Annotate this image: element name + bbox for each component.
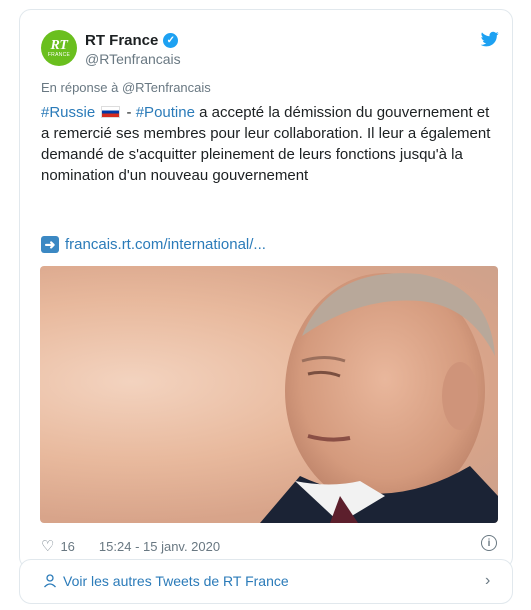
russia-flag-icon <box>101 106 121 118</box>
account-name-label: RT France <box>85 32 159 49</box>
hashtag-russie[interactable]: #Russie <box>41 104 95 121</box>
twitter-bird-icon[interactable] <box>480 30 500 48</box>
tweet-link-row[interactable]: ➜ francais.rt.com/international/... <box>41 236 266 253</box>
tweet-photo[interactable] <box>40 266 498 523</box>
tweet-card: RT FRANCE RT France ✓ @RTenfrancais En r… <box>19 9 513 569</box>
tweet-text: #Russie - #Poutine a accepté la démissio… <box>41 102 491 186</box>
account-name[interactable]: RT France ✓ <box>85 32 179 49</box>
reply-context[interactable]: En réponse à @RTenfrancais <box>41 80 211 95</box>
photo-illustration <box>260 273 498 523</box>
separator: - <box>122 104 136 121</box>
avatar[interactable]: RT FRANCE <box>41 30 77 66</box>
more-tweets-link[interactable]: Voir les autres Tweets de RT France <box>43 573 289 589</box>
right-arrow-icon: ➜ <box>41 236 59 253</box>
tweet-meta: ♡ 16 15:24 - 15 janv. 2020 <box>41 537 220 555</box>
verified-icon: ✓ <box>163 33 179 48</box>
heart-icon[interactable]: ♡ <box>41 537 54 555</box>
chevron-right-icon[interactable]: › <box>485 572 490 590</box>
tweet-link[interactable]: francais.rt.com/international/... <box>65 236 266 253</box>
person-icon <box>44 574 56 588</box>
account-handle[interactable]: @RTenfrancais <box>85 51 181 67</box>
hashtag-poutine[interactable]: #Poutine <box>136 104 195 121</box>
info-icon[interactable]: i <box>481 535 497 551</box>
like-count[interactable]: 16 <box>60 539 74 554</box>
more-tweets-label: Voir les autres Tweets de RT France <box>63 573 289 589</box>
timestamp[interactable]: 15:24 - 15 janv. 2020 <box>99 539 220 554</box>
avatar-logo-subtext: FRANCE <box>47 51 71 58</box>
more-tweets-footer[interactable]: Voir les autres Tweets de RT France › <box>19 559 513 604</box>
avatar-logo-text: RT <box>50 37 68 53</box>
